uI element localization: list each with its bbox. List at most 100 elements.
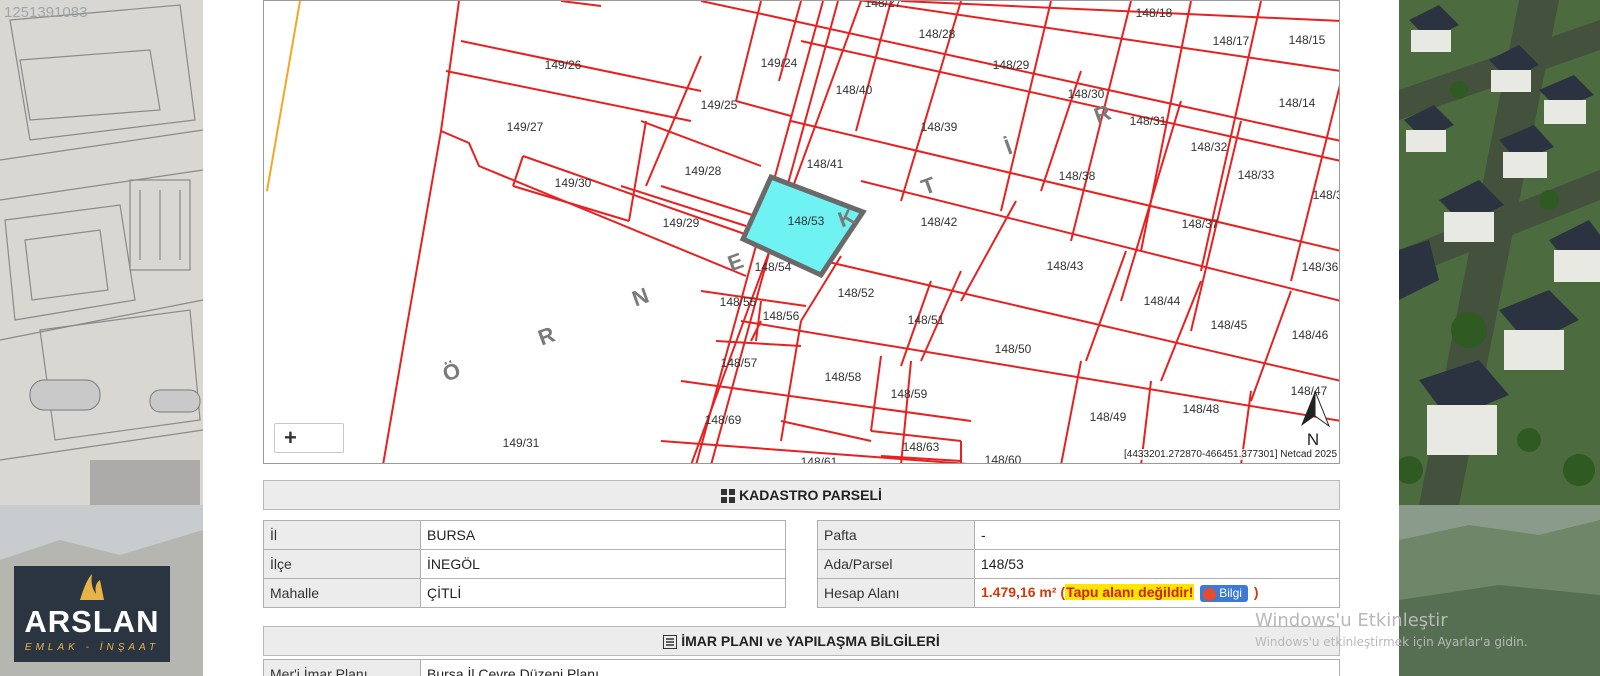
hesap-alani-label: Hesap Alanı xyxy=(817,578,975,608)
kadastro-title: KADASTRO PARSELİ xyxy=(739,487,882,503)
kadastro-parcel-table: Pafta - Ada/Parsel 148/53 Hesap Alanı 1.… xyxy=(817,520,1340,608)
listing-number: 1251391083 xyxy=(4,4,88,21)
parcel-label: 148/69 xyxy=(705,413,742,427)
table-row: İl BURSA xyxy=(263,520,786,550)
parcel-label: 148/63 xyxy=(903,440,940,454)
parcel-label: 149/28 xyxy=(685,164,722,178)
watermark-line-2: Windows'u etkinleştirmek için Ayarlar'a … xyxy=(1255,635,1528,649)
parcel-label: 148/37 xyxy=(1182,217,1219,231)
parcel-label: 148/18 xyxy=(1136,6,1173,20)
parcel-label: 148/32 xyxy=(1191,140,1228,154)
table-row: Mahalle ÇİTLİ xyxy=(263,578,786,608)
pafta-label: Pafta xyxy=(817,520,975,550)
parcel-label: 148/33 xyxy=(1238,168,1275,182)
logo-mark-icon xyxy=(80,574,104,600)
parcel-label: 148/39 xyxy=(921,120,958,134)
north-label: N xyxy=(1307,430,1319,449)
ilce-value: İNEGÖL xyxy=(420,549,786,579)
parcel-label: 148/30 xyxy=(1068,87,1105,101)
parcel-label: 148/51 xyxy=(908,313,945,327)
pafta-value: - xyxy=(974,520,1340,550)
parcel-label: 148/48 xyxy=(1183,402,1220,416)
parcel-label: 149/29 xyxy=(663,216,700,230)
bilgi-button[interactable]: Bilgi xyxy=(1200,585,1248,602)
parcel-label: 148/14 xyxy=(1279,96,1316,110)
parcel-label: 148/55 xyxy=(720,295,757,309)
parcel-label: 148/27 xyxy=(865,1,902,10)
parcel-label: 148/42 xyxy=(921,215,958,229)
meri-imar-value: Bursa İl Çevre Düzeni Planı xyxy=(420,659,1340,676)
parcel-label: 148/52 xyxy=(838,286,875,300)
area-letter: E xyxy=(724,248,746,277)
il-value: BURSA xyxy=(420,520,786,550)
windows-activation-watermark: Windows'u Etkinleştir Windows'u etkinleş… xyxy=(1255,610,1528,649)
parcel-label: 148/17 xyxy=(1213,34,1250,48)
hesap-alani-value: 1.479,16 m² xyxy=(981,584,1057,601)
parcel-label: 148/53 xyxy=(788,214,825,228)
parcel-label: 148/47 xyxy=(1291,384,1328,398)
parcel-label: 149/27 xyxy=(507,120,544,134)
parcel-label: 148/29 xyxy=(993,58,1030,72)
ilce-label: İlçe xyxy=(263,549,421,579)
imar-title: İMAR PLANI ve YAPILAŞMA BİLGİLERİ xyxy=(681,633,940,649)
parcel-label: 148/31 xyxy=(1130,114,1167,128)
meri-imar-label: Mer'i İmar Planı xyxy=(263,659,421,676)
kadastro-location-table: İl BURSA İlçe İNEGÖL Mahalle ÇİTLİ xyxy=(263,520,786,608)
parcel-label: 148/58 xyxy=(825,370,862,384)
parcel-label: 148/40 xyxy=(836,83,873,97)
parcel-label: 148/28 xyxy=(919,27,956,41)
ada-parsel-label: Ada/Parsel xyxy=(817,549,975,579)
map-coordinates: [4433201.272870-466451.377301] Netcad 20… xyxy=(1124,449,1337,460)
area-letter: Ö xyxy=(439,357,464,386)
logo-subtitle: EMLAK - İNŞAAT xyxy=(24,642,160,653)
parcel-label: 148/56 xyxy=(763,309,800,323)
watermark-line-1: Windows'u Etkinleştir xyxy=(1255,610,1448,631)
area-letter: N xyxy=(629,282,652,311)
parcel-label: 148/41 xyxy=(807,157,844,171)
hesap-alani-cell: 1.479,16 m² (Tapu alanı değildir! Bilgi … xyxy=(974,578,1340,608)
parcel-label: 149/25 xyxy=(701,98,738,112)
table-row: Ada/Parsel 148/53 xyxy=(817,549,1340,579)
mahalle-value: ÇİTLİ xyxy=(420,578,786,608)
parcel-label: 148/59 xyxy=(891,387,928,401)
parcel-label: 149/26 xyxy=(545,58,582,72)
tapu-warning: Tapu alanı değildir! xyxy=(1065,584,1195,601)
parcel-map-canvas[interactable]: 149/26 149/27 149/30 149/28 149/29 149/25 149/… xyxy=(264,1,1340,464)
ada-parsel-value: 148/53 xyxy=(974,549,1340,579)
area-letter: R xyxy=(535,321,559,350)
road-line xyxy=(266,1,301,192)
parcel-boundaries xyxy=(382,1,1339,463)
parcel-label: 148/36 xyxy=(1302,260,1339,274)
imar-section-header: İMAR PLANI ve YAPILAŞMA BİLGİLERİ xyxy=(263,626,1340,656)
kadastro-section-header: KADASTRO PARSELİ xyxy=(263,480,1340,510)
imar-table: Mer'i İmar Planı Bursa İl Çevre Düzeni P… xyxy=(263,659,1340,676)
parcel-label: 148/50 xyxy=(995,342,1032,356)
parcel-label: 148/38 xyxy=(1059,169,1096,183)
zoom-in-button[interactable]: + xyxy=(274,423,344,453)
il-label: İl xyxy=(263,520,421,550)
parcel-label: 148/49 xyxy=(1090,410,1127,424)
parcel-label: 148/34 xyxy=(1313,188,1340,202)
parcel-label: 149/24 xyxy=(761,56,798,70)
cadastral-map[interactable]: 149/26 149/27 149/30 149/28 149/29 149/25 149/… xyxy=(263,0,1340,464)
table-row: İlçe İNEGÖL xyxy=(263,549,786,579)
area-letter: R xyxy=(1091,99,1115,128)
right-banner xyxy=(1399,0,1600,676)
logo-name: ARSLAN xyxy=(24,604,160,639)
close-paren: ) xyxy=(1253,584,1259,601)
parcel-label: 148/61 xyxy=(801,455,838,464)
parcel-label: 148/44 xyxy=(1144,294,1181,308)
parcel-label: 148/46 xyxy=(1292,328,1329,342)
right-banner-artwork xyxy=(1399,0,1600,676)
mahalle-label: Mahalle xyxy=(263,578,421,608)
table-row: Hesap Alanı 1.479,16 m² (Tapu alanı deği… xyxy=(817,578,1340,608)
table-row: Pafta - xyxy=(817,520,1340,550)
globe-icon xyxy=(1203,587,1217,601)
grid-icon xyxy=(721,489,736,504)
parcel-label: 148/57 xyxy=(721,356,758,370)
parcel-label: 149/31 xyxy=(503,436,540,450)
left-banner: 1251391083 ARSLAN EMLAK - İNŞAAT xyxy=(0,0,203,676)
area-letter: İ xyxy=(1001,134,1015,160)
company-logo: ARSLAN EMLAK - İNŞAAT xyxy=(14,566,170,662)
parcel-label: 148/54 xyxy=(755,260,792,274)
